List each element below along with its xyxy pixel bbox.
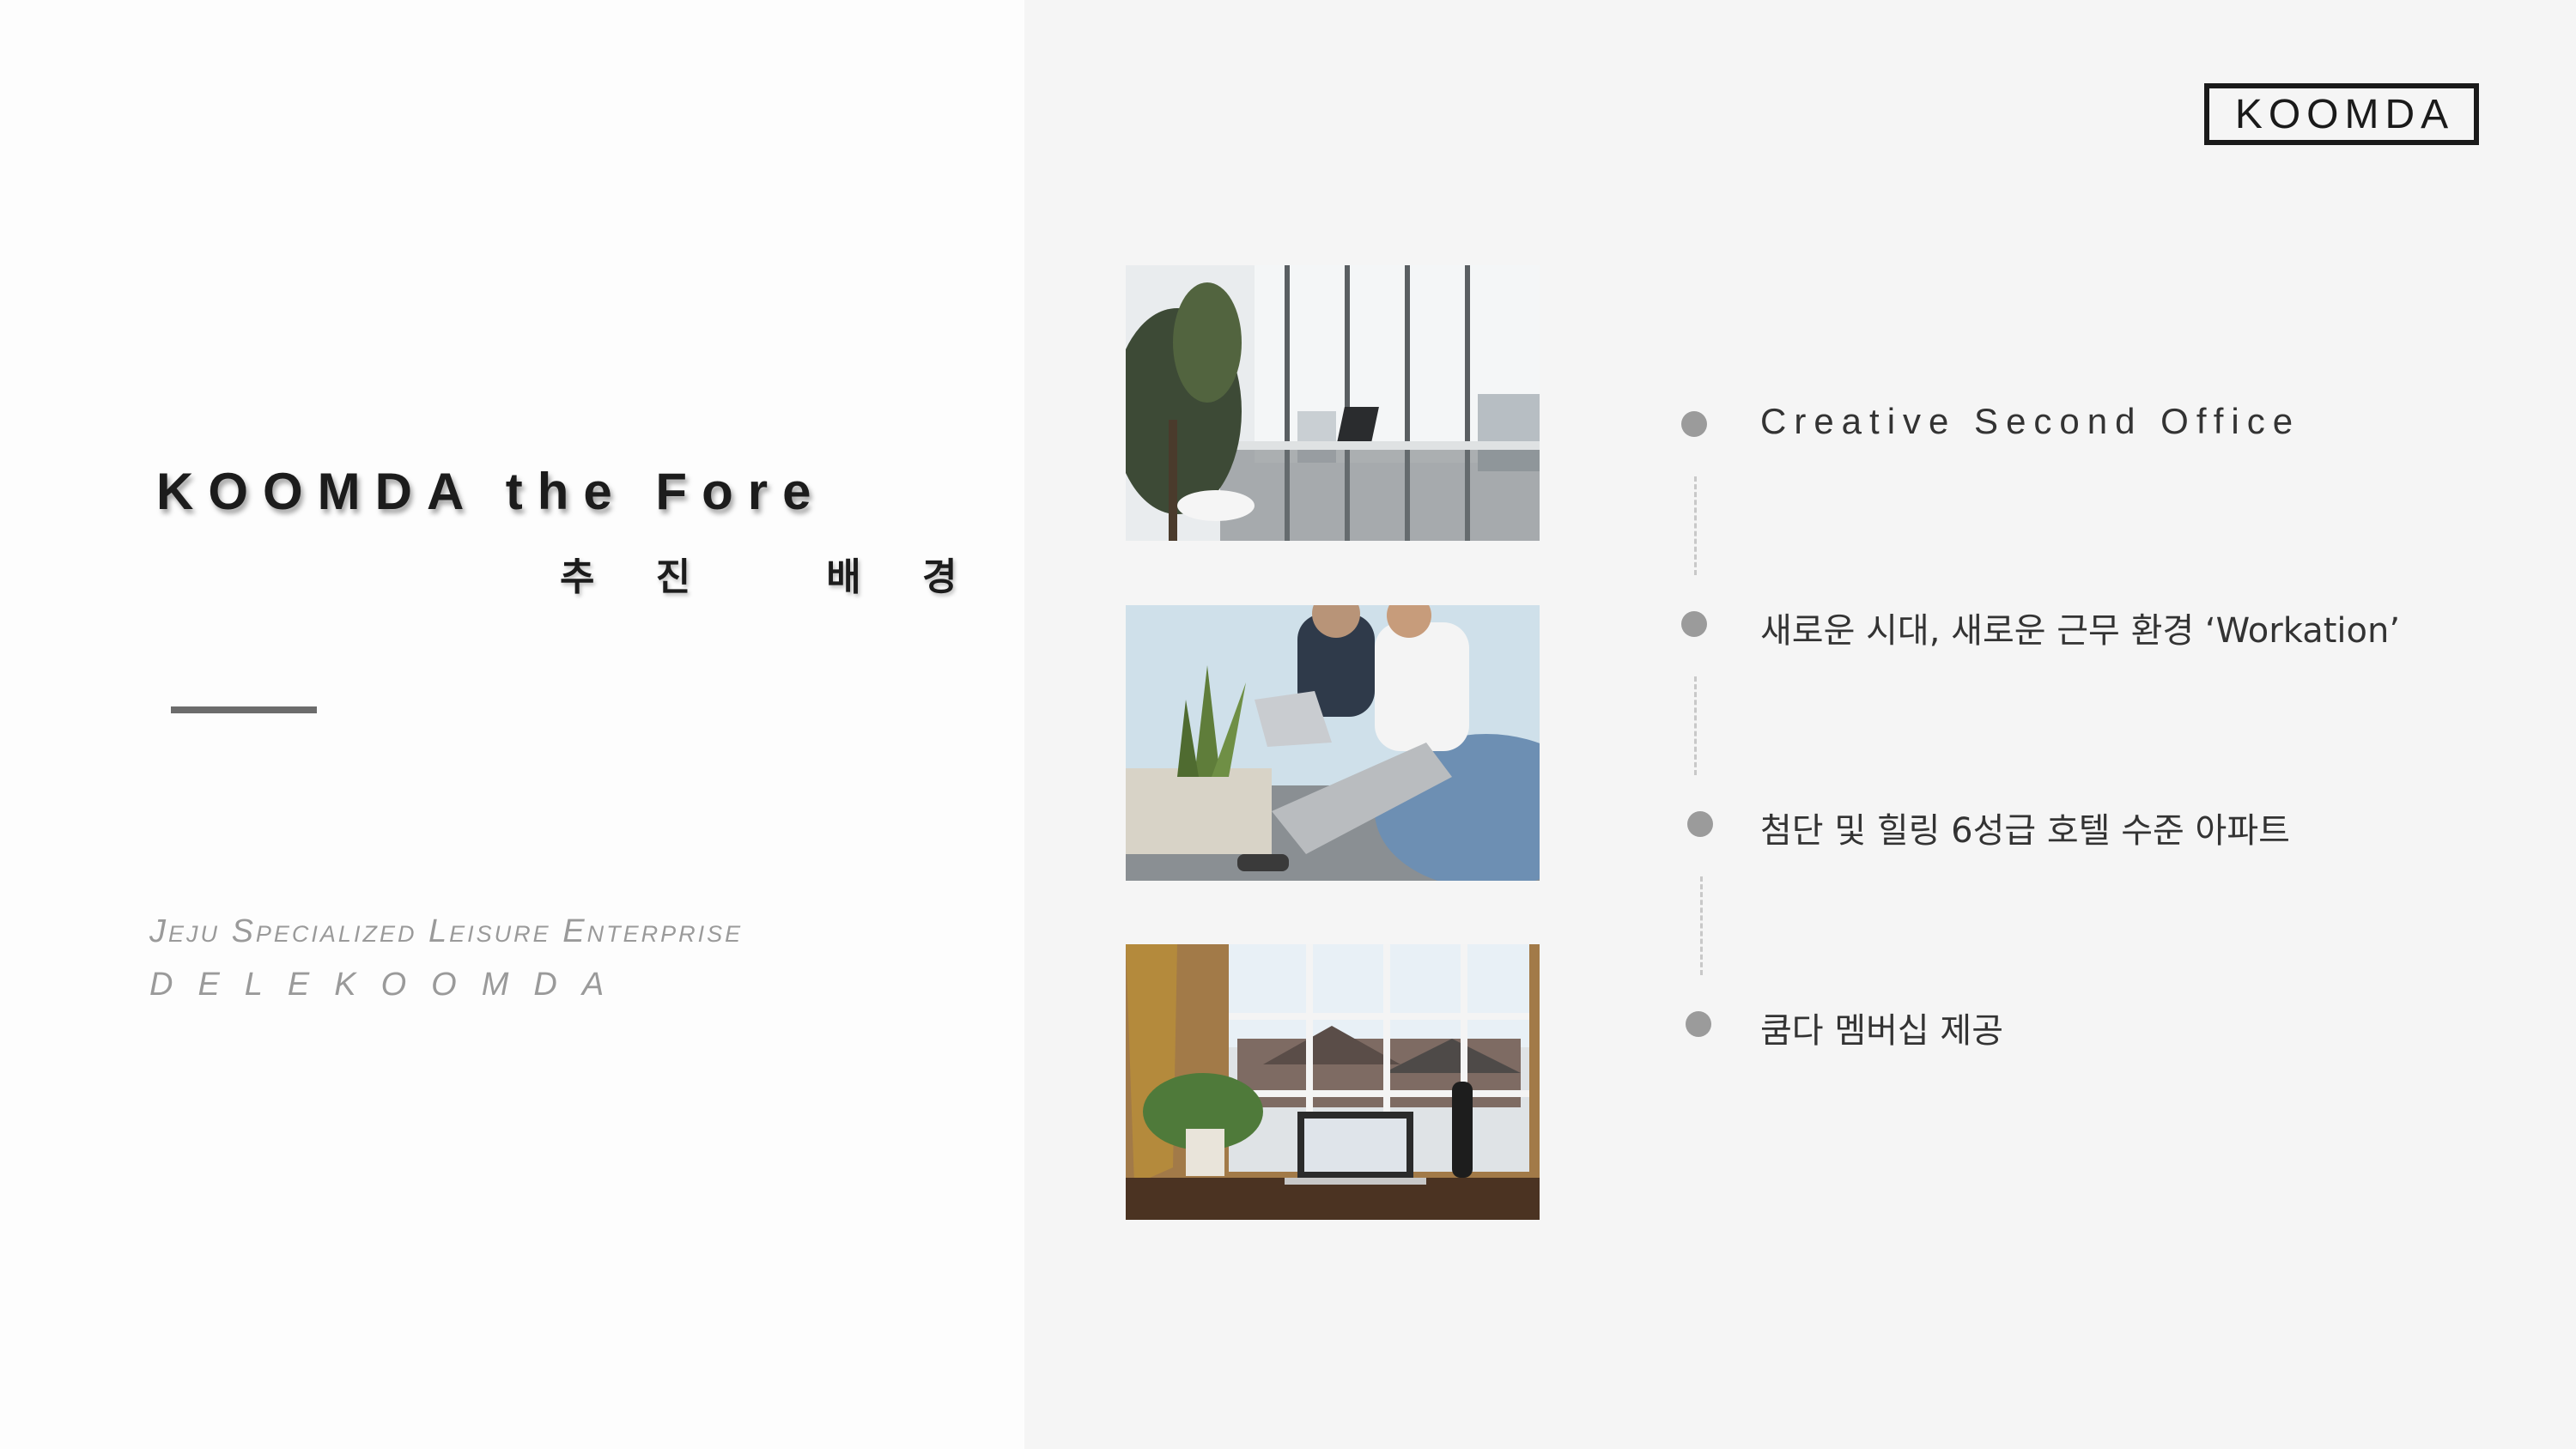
timeline-bullet — [1686, 1011, 1711, 1037]
people-working-photo — [1126, 605, 1540, 881]
brand-line: DELEKOOMDA — [149, 967, 629, 1003]
enterprise-tagline: Jeju Specialized Leisure Enterprise — [149, 913, 744, 949]
accent-divider — [171, 706, 317, 713]
timeline-item-label: 새로운 시대, 새로운 근무 환경 ‘Workation’ — [1760, 611, 2401, 651]
slide: KOOMDA the Fore 추 진 배 경 Jeju Specialized… — [0, 0, 2576, 1449]
timeline-bullet — [1687, 811, 1713, 837]
timeline-bullet — [1681, 611, 1707, 637]
timeline-connector — [1694, 676, 1697, 775]
timeline-bullet — [1681, 411, 1707, 437]
slide-subtitle: 추 진 배 경 — [560, 555, 981, 599]
timeline-connector — [1694, 476, 1697, 575]
window-desk-photo — [1126, 944, 1540, 1220]
timeline-item-label: 첨단 및 힐링 6성급 호텔 수준 아파트 — [1760, 811, 2290, 851]
timeline-item-label: Creative Second Office — [1760, 401, 2301, 441]
koomda-logo: KOOMDA — [2204, 83, 2479, 145]
office-window-photo — [1126, 265, 1540, 541]
timeline-item-label: 쿰다 멤버십 제공 — [1760, 1011, 2004, 1051]
timeline-connector — [1700, 876, 1703, 975]
slide-title: KOOMDA the Fore — [156, 463, 826, 520]
